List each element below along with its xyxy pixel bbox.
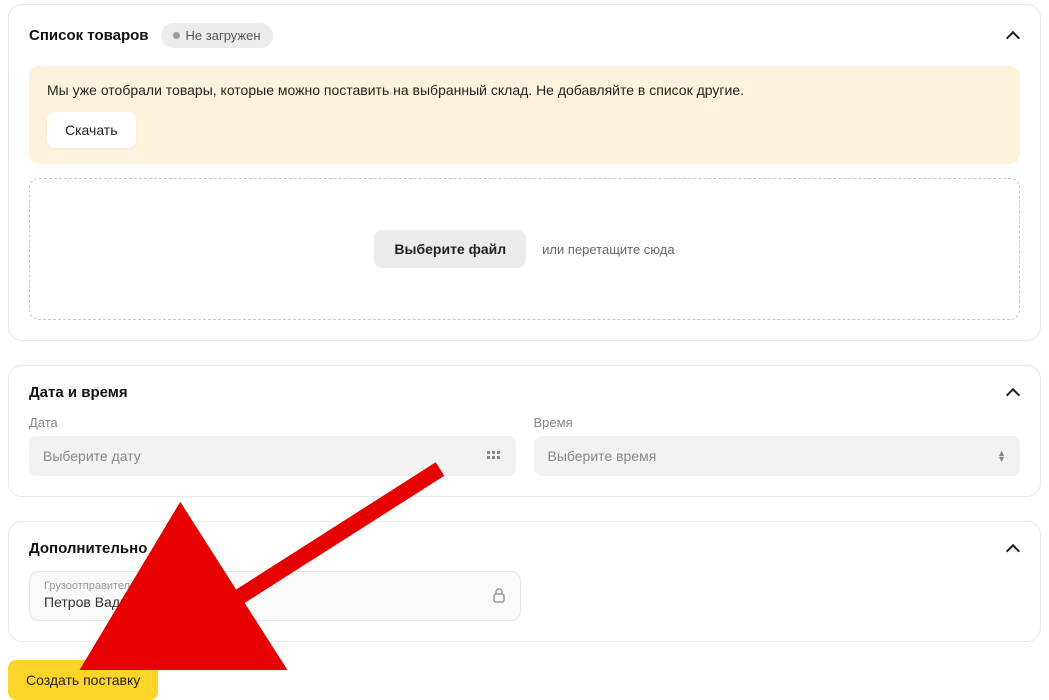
chevron-up-icon[interactable] (1006, 386, 1020, 400)
title-wrap: Список товаров Не загружен (29, 23, 273, 48)
choose-file-button[interactable]: Выберите файл (374, 230, 526, 268)
shipper-value: Петров Вадим Вячеславович (44, 594, 234, 610)
time-placeholder: Выберите время (548, 448, 657, 464)
drag-hint-text: или перетащите сюда (542, 242, 674, 257)
datetime-card: Дата и время Дата Выберите дату (8, 365, 1041, 497)
lock-icon (492, 587, 506, 603)
goods-list-title: Список товаров (29, 27, 149, 44)
additional-title: Дополнительно (29, 540, 147, 557)
card-header: Список товаров Не загружен (29, 23, 1020, 48)
notice-text: Мы уже отобрали товары, которые можно по… (47, 82, 1002, 98)
file-dropzone[interactable]: Выберите файл или перетащите сюда (29, 178, 1020, 320)
date-field-wrap: Дата Выберите дату (29, 415, 516, 476)
shipper-field: Грузоотправитель Петров Вадим Вячеславов… (29, 571, 521, 621)
status-badge-text: Не загружен (186, 28, 261, 43)
card-header: Дата и время (29, 384, 1020, 401)
info-notice: Мы уже отобрали товары, которые можно по… (29, 66, 1020, 164)
date-input[interactable]: Выберите дату (29, 436, 516, 476)
date-placeholder: Выберите дату (43, 448, 141, 464)
time-label: Время (534, 415, 1021, 430)
goods-list-card: Список товаров Не загружен Мы уже отобра… (8, 4, 1041, 341)
status-dot-icon (173, 32, 180, 39)
additional-card: Дополнительно Грузоотправитель Петров Ва… (8, 521, 1041, 642)
download-button[interactable]: Скачать (47, 112, 136, 148)
time-input[interactable]: Выберите время ▲▼ (534, 436, 1021, 476)
chevron-up-icon[interactable] (1006, 29, 1020, 43)
calendar-icon (486, 448, 502, 464)
time-field-wrap: Время Выберите время ▲▼ (534, 415, 1021, 476)
card-header: Дополнительно (29, 540, 1020, 557)
chevron-up-icon[interactable] (1006, 542, 1020, 556)
date-label: Дата (29, 415, 516, 430)
create-shipment-button[interactable]: Создать поставку (8, 660, 158, 700)
shipper-label: Грузоотправитель (44, 580, 234, 592)
status-badge: Не загружен (161, 23, 273, 48)
updown-icon: ▲▼ (997, 450, 1006, 462)
datetime-title: Дата и время (29, 384, 128, 401)
